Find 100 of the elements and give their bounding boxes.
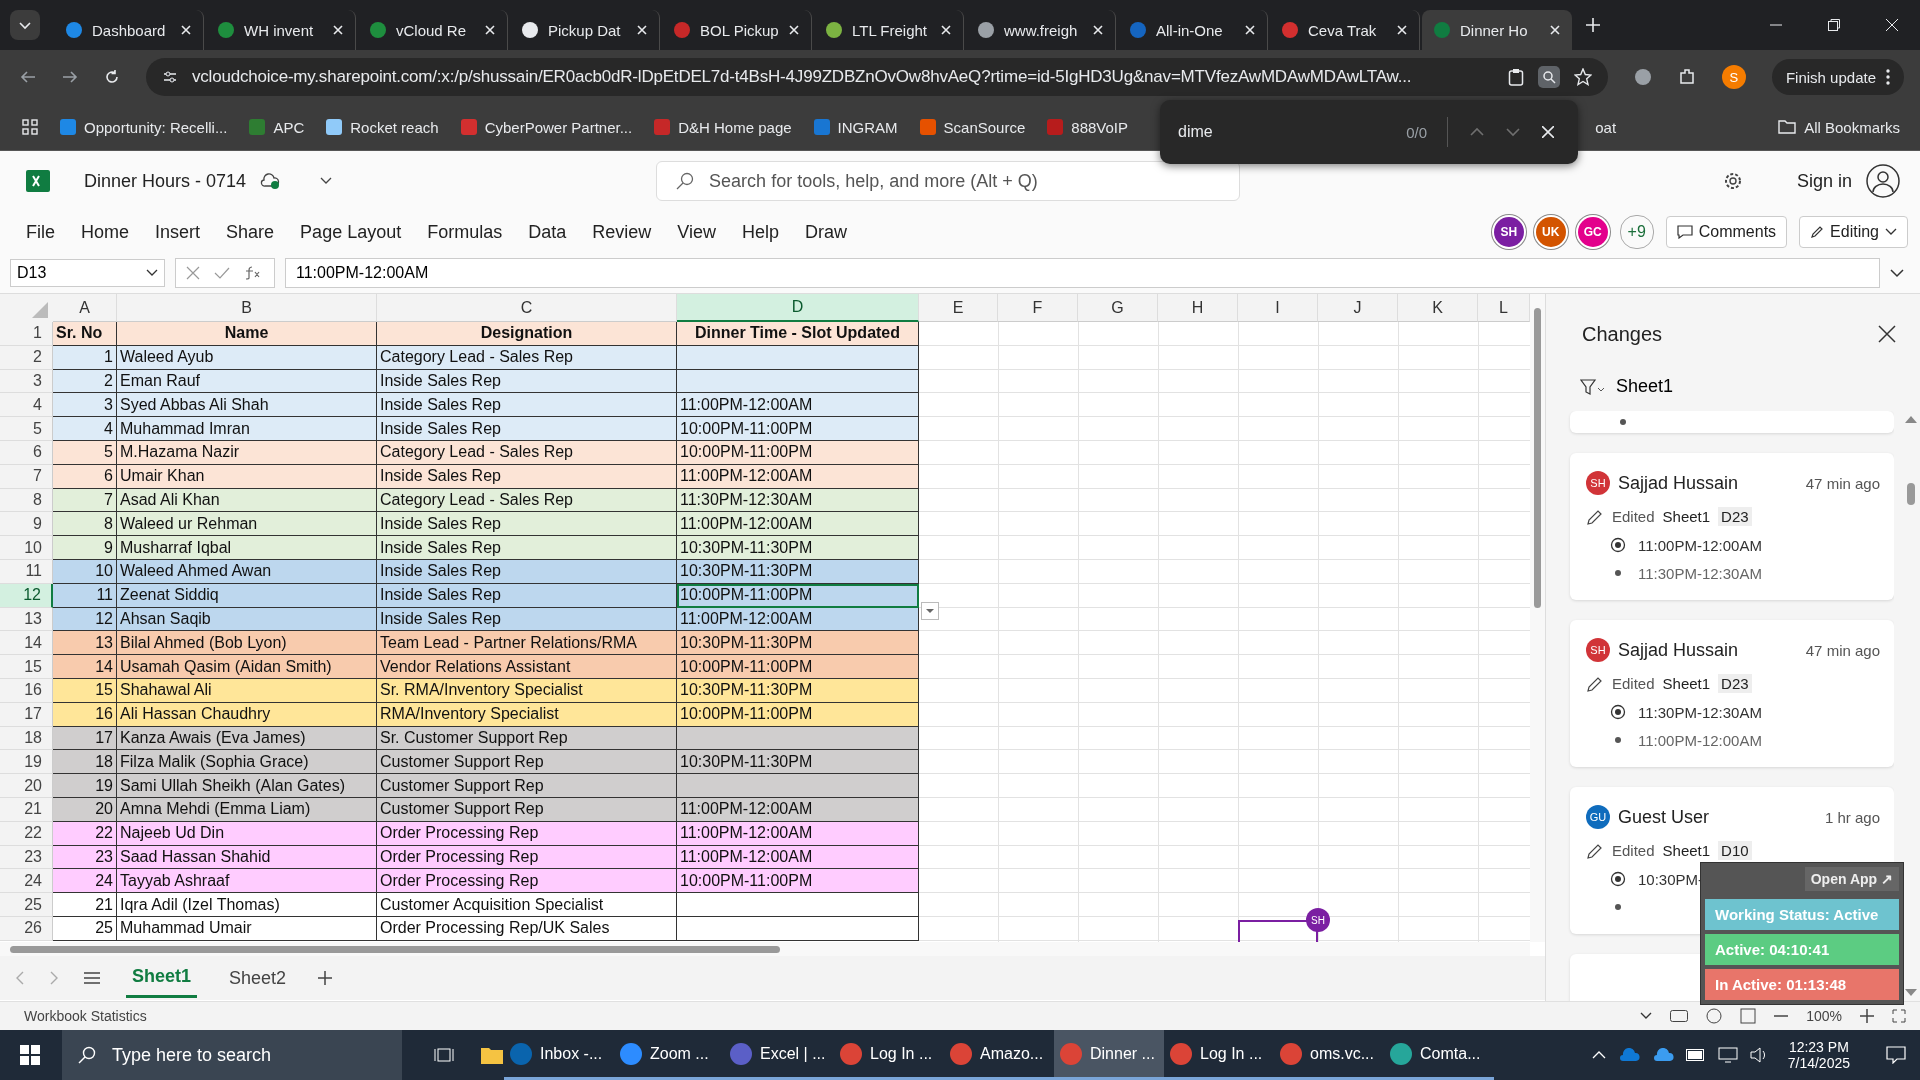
row-header[interactable]: 5 <box>0 417 53 441</box>
settings-icon[interactable] <box>1722 171 1743 191</box>
ribbon-tab[interactable]: File <box>26 221 55 243</box>
collaborator-avatar[interactable]: GC <box>1577 217 1608 247</box>
row-header[interactable]: 4 <box>0 393 53 418</box>
editing-button[interactable]: Editing <box>1799 216 1908 248</box>
chevron-down-icon[interactable] <box>1640 1012 1653 1020</box>
vertical-scrollbar[interactable] <box>1530 294 1545 942</box>
browser-tab[interactable]: Dinner Ho <box>1422 10 1572 50</box>
search-field[interactable]: Search for tools, help, and more (Alt + Q) <box>656 161 1241 201</box>
row-header[interactable]: 6 <box>0 441 53 465</box>
row-header[interactable]: 12 <box>0 583 53 608</box>
ribbon-tab[interactable]: Share <box>226 221 275 243</box>
row-header[interactable]: 19 <box>0 750 53 775</box>
bookmark-link[interactable]: ScanSource <box>919 118 1026 136</box>
row-header[interactable]: 13 <box>0 607 53 632</box>
taskbar-app[interactable]: Inbox -... <box>504 1030 614 1080</box>
column-header[interactable]: E <box>919 294 998 322</box>
row-header[interactable]: 11 <box>0 559 53 584</box>
ribbon-tab[interactable]: View <box>677 221 716 243</box>
comments-button[interactable]: Comments <box>1665 216 1788 248</box>
column-header[interactable]: H <box>1158 294 1238 322</box>
column-header[interactable]: I <box>1238 294 1318 322</box>
sign-in-link[interactable]: Sign in <box>1796 170 1852 192</box>
zoom-in-icon[interactable] <box>1860 1009 1874 1023</box>
row-header[interactable]: 16 <box>0 678 53 703</box>
bookmark-link[interactable]: 888VoIP <box>1047 118 1128 136</box>
ribbon-tab[interactable]: Review <box>592 221 652 243</box>
clock-date[interactable]: 7/14/2025 <box>1787 1055 1850 1071</box>
more-collaborators[interactable]: +9 <box>1619 215 1654 249</box>
column-header[interactable]: C <box>377 294 677 322</box>
filter-icon[interactable] <box>1580 377 1606 396</box>
cancel-icon[interactable] <box>186 266 200 280</box>
scroll-down-icon[interactable] <box>1905 989 1917 997</box>
puzzle-icon[interactable] <box>1677 68 1696 86</box>
apps-grid-icon[interactable] <box>22 119 38 135</box>
taskbar-app[interactable]: Log In ... <box>834 1030 944 1080</box>
taskbar-app[interactable]: Comta... <box>1384 1030 1494 1080</box>
close-icon[interactable] <box>1878 325 1896 343</box>
row-header[interactable]: 3 <box>0 369 53 394</box>
bookmark-link[interactable]: D&H Home page <box>654 118 792 136</box>
taskbar-app[interactable]: Excel | ... <box>724 1030 834 1080</box>
column-header[interactable]: B <box>117 294 377 322</box>
column-header[interactable]: F <box>998 294 1078 322</box>
clipboard-icon[interactable] <box>1507 68 1524 86</box>
taskbar-app[interactable]: Zoom ... <box>614 1030 724 1080</box>
bookmark-link[interactable]: APC <box>249 118 305 136</box>
row-header[interactable]: 22 <box>0 821 53 846</box>
column-header[interactable]: K <box>1398 294 1478 322</box>
column-header[interactable]: J <box>1318 294 1398 322</box>
scroll-up-icon[interactable] <box>1905 415 1917 423</box>
notification-icon[interactable] <box>1886 1046 1906 1064</box>
help-icon[interactable] <box>1706 1008 1723 1024</box>
cell-reference[interactable]: D10 <box>1718 841 1752 860</box>
star-icon[interactable] <box>1573 68 1592 86</box>
all-bookmarks-link[interactable]: All Bookmarks <box>1778 118 1900 136</box>
bookmark-link[interactable]: Rocket reach <box>326 118 439 136</box>
find-field[interactable]: dime <box>1178 123 1385 141</box>
site-settings-icon[interactable] <box>162 69 178 85</box>
row-header[interactable]: 15 <box>0 655 53 679</box>
globe-icon[interactable] <box>1633 68 1652 86</box>
folder-icon[interactable] <box>480 1045 504 1065</box>
back-icon[interactable] <box>20 69 36 85</box>
row-header[interactable]: 8 <box>0 488 53 513</box>
row-header[interactable]: 25 <box>0 893 53 917</box>
row-header[interactable]: 14 <box>0 631 53 656</box>
taskbar-search-field[interactable]: Type here to search <box>62 1030 402 1080</box>
column-header[interactable]: A <box>53 294 117 322</box>
taskbar-app[interactable]: oms.vc... <box>1274 1030 1384 1080</box>
zoom-level[interactable]: 100% <box>1806 1008 1842 1024</box>
scroll-thumb[interactable] <box>10 946 780 953</box>
row-header[interactable]: 20 <box>0 774 53 798</box>
sheet-tab[interactable]: Sheet2 <box>223 959 293 997</box>
row-header[interactable]: 23 <box>0 845 53 870</box>
add-sheet-icon[interactable] <box>318 971 333 985</box>
sheet-tab[interactable]: Sheet1 <box>126 958 198 998</box>
bookmark-link[interactable]: Opportunity: Recelli... <box>60 118 228 136</box>
fullscreen-icon[interactable] <box>1892 1009 1906 1023</box>
ribbon-tab[interactable]: Home <box>81 221 130 243</box>
row-header[interactable]: 24 <box>0 869 53 894</box>
row-header[interactable]: 9 <box>0 512 53 537</box>
taskbar-app[interactable]: Log In ... <box>1164 1030 1274 1080</box>
ribbon-tab[interactable]: Formulas <box>427 221 503 243</box>
open-app-button[interactable]: Open App ↗ <box>1804 867 1899 891</box>
collaborator-avatar[interactable]: SH <box>1493 217 1524 247</box>
dropdown-icon[interactable] <box>921 601 939 620</box>
document-title[interactable]: Dinner Hours - 0714 <box>84 170 247 192</box>
scroll-thumb[interactable] <box>1907 483 1915 505</box>
cloud-icon[interactable] <box>1651 1048 1674 1062</box>
column-header[interactable]: D <box>677 294 919 322</box>
person-icon[interactable] <box>1866 164 1900 198</box>
cell-reference[interactable]: D23 <box>1718 674 1752 693</box>
taskbar-app[interactable]: Dinner ... <box>1054 1030 1164 1080</box>
keyboard-icon[interactable] <box>1670 1010 1689 1022</box>
forward-icon[interactable] <box>62 69 78 85</box>
row-header[interactable]: 2 <box>0 345 53 370</box>
cloud-icon[interactable] <box>1617 1048 1640 1062</box>
excel-logo-icon[interactable] <box>26 170 50 192</box>
row-header[interactable]: 7 <box>0 464 53 489</box>
row-header[interactable]: 21 <box>0 797 53 822</box>
